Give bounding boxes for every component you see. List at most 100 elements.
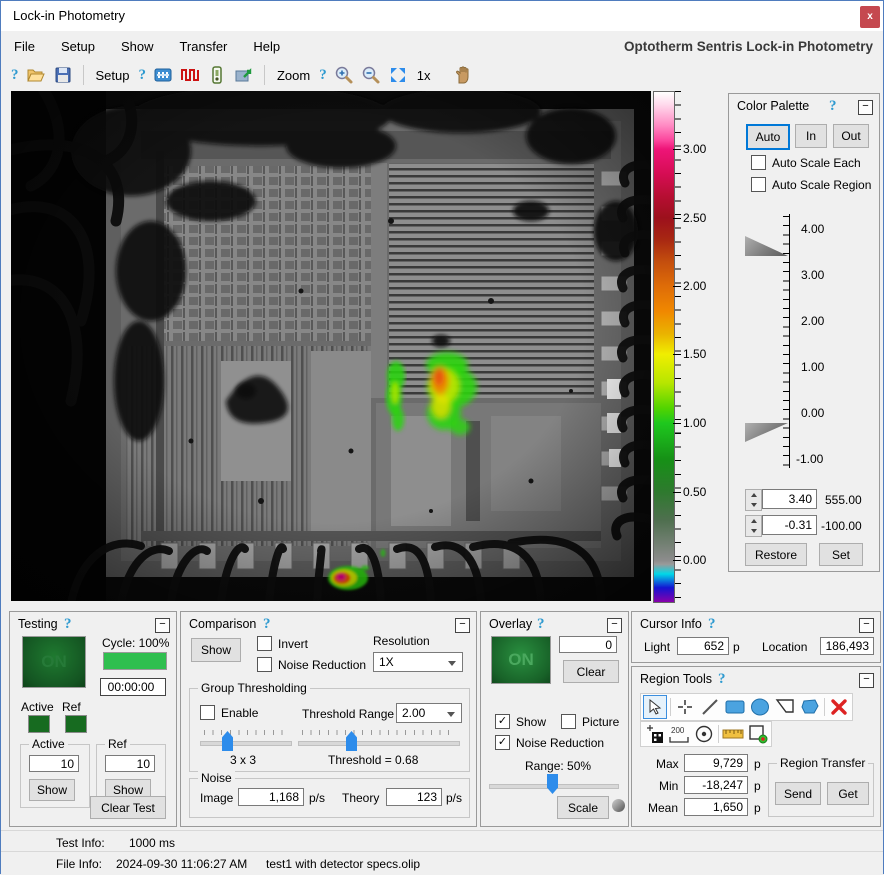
testing-on-button[interactable]: ON [22, 636, 86, 688]
group-thresholding-group: Group Thresholding Enable Threshold Rang… [189, 688, 470, 772]
palette-auto-button[interactable]: Auto [746, 124, 790, 150]
sphere-icon[interactable] [612, 799, 625, 812]
overlay-panel: Overlay ? − ON 0 Clear ✓ Show Picture ✓ … [480, 611, 629, 827]
clear-test-button[interactable]: Clear Test [90, 796, 166, 819]
matrix-slider-track[interactable] [200, 741, 292, 746]
palette-restore-button[interactable]: Restore [745, 543, 807, 566]
threshold-range-dropdown[interactable]: 2.00 [396, 703, 462, 723]
anchor-region-tool-icon[interactable] [747, 723, 769, 745]
checkbox-label: Enable [221, 706, 258, 720]
upper-value-field[interactable]: 3.40 [762, 489, 817, 509]
help-icon[interactable]: ? [11, 67, 19, 84]
lower-value-field[interactable]: -0.31 [762, 515, 817, 535]
ruler-tool-icon[interactable] [722, 723, 744, 745]
palette-lower-limit-slider[interactable] [745, 423, 788, 442]
enable-checkbox[interactable]: Enable [200, 705, 258, 720]
detector-settings-icon[interactable] [153, 65, 173, 85]
testing-minimize[interactable]: − [155, 618, 170, 633]
zoom-in-icon[interactable] [334, 65, 354, 85]
region-tools-minimize[interactable]: − [859, 673, 874, 688]
overlay-noise-reduction-checkbox[interactable]: ✓ Noise Reduction [495, 735, 604, 750]
comparison-help-icon[interactable]: ? [263, 616, 271, 633]
crosshair-tool-icon[interactable] [674, 696, 696, 718]
cursor-info-help-icon[interactable]: ? [708, 616, 716, 633]
region-tools-help-icon[interactable]: ? [718, 671, 726, 688]
menu-show[interactable]: Show [108, 31, 167, 61]
color-palette-help-icon[interactable]: ? [829, 98, 837, 115]
cursor-info-panel: Cursor Info ? − Light 652 p Location 186… [631, 611, 881, 663]
checkbox-label: Auto Scale Each [772, 156, 861, 170]
region-send-button[interactable]: Send [775, 782, 821, 805]
color-scale-label: 0.50 [683, 485, 719, 499]
svg-text:200: 200 [671, 726, 685, 735]
cursor-info-minimize[interactable]: − [859, 618, 874, 633]
center-point-tool-icon[interactable] [693, 723, 715, 745]
test-info-value: 1000 ms [129, 836, 175, 850]
overlay-help-icon[interactable]: ? [537, 616, 545, 633]
save-icon[interactable] [53, 65, 73, 85]
auto-scale-each-checkbox[interactable]: Auto Scale Each [751, 155, 861, 170]
polygon-filled-tool-icon[interactable] [799, 696, 821, 718]
palette-upper-limit-slider[interactable] [745, 236, 788, 256]
menu-help[interactable]: Help [240, 31, 293, 61]
noise-theory-unit: p/s [446, 791, 462, 805]
comparison-show-button[interactable]: Show [191, 638, 241, 662]
menu-transfer[interactable]: Transfer [166, 31, 240, 61]
close-button[interactable]: x [860, 6, 880, 28]
zoom-help-icon[interactable]: ? [319, 67, 327, 84]
range-slider-thumb[interactable] [547, 774, 558, 794]
pan-hand-icon[interactable] [453, 65, 473, 85]
threshold-slider-track[interactable] [298, 741, 460, 746]
menu-bar: File Setup Show Transfer Help Optotherm … [1, 31, 883, 61]
palette-scale-label: 0.00 [801, 406, 824, 420]
open-file-icon[interactable] [26, 65, 46, 85]
mean-unit: p [754, 801, 761, 815]
setup-help-icon[interactable]: ? [138, 67, 146, 84]
palette-scale-label: 1.00 [801, 360, 824, 374]
ellipse-tool-icon[interactable] [749, 696, 771, 718]
overlay-minimize[interactable]: − [607, 618, 622, 633]
noise-group: Noise Image 1,168 p/s Theory 123 p/s [189, 778, 470, 818]
overlay-on-button[interactable]: ON [491, 636, 551, 684]
checkbox-label: Auto Scale Region [772, 178, 871, 192]
menu-file[interactable]: File [1, 31, 48, 61]
active-show-button[interactable]: Show [29, 779, 75, 801]
pixel-region-tool-icon[interactable] [643, 723, 665, 745]
line-tool-icon[interactable] [699, 696, 721, 718]
overlay-scale-button[interactable]: Scale [557, 796, 609, 819]
menu-setup[interactable]: Setup [48, 31, 108, 61]
pointer-tool-icon[interactable] [643, 695, 667, 719]
resolution-dropdown[interactable]: 1X [373, 652, 463, 672]
waveform-icon[interactable] [180, 65, 200, 85]
overlay-show-checkbox[interactable]: ✓ Show [495, 714, 546, 729]
checkbox-box [751, 177, 766, 192]
battery-icon[interactable] [207, 65, 227, 85]
rectangle-tool-icon[interactable] [724, 696, 746, 718]
polygon-outline-tool-icon[interactable] [774, 696, 796, 718]
color-palette-minimize[interactable]: − [858, 100, 873, 115]
palette-set-button[interactable]: Set [819, 543, 863, 566]
measure-200-tool-icon[interactable]: 200 [668, 723, 690, 745]
active-count-field[interactable]: 10 [29, 755, 79, 772]
invert-checkbox[interactable]: Invert [257, 636, 308, 651]
auto-scale-region-checkbox[interactable]: Auto Scale Region [751, 177, 871, 192]
palette-in-button[interactable]: In [795, 124, 827, 148]
delete-region-icon[interactable] [828, 696, 850, 718]
zoom-level-label: 1x [417, 68, 431, 83]
transfer-image-icon[interactable] [234, 65, 254, 85]
region-get-button[interactable]: Get [827, 782, 869, 805]
color-scale-label: 2.50 [683, 211, 719, 225]
ref-group-title: Ref [105, 737, 130, 751]
comparison-noise-reduction-checkbox[interactable]: Noise Reduction [257, 657, 366, 672]
testing-help-icon[interactable]: ? [64, 616, 72, 633]
overlay-picture-checkbox[interactable]: Picture [561, 714, 619, 729]
fit-to-window-icon[interactable] [388, 65, 408, 85]
thermal-image-view[interactable] [11, 91, 651, 601]
zoom-out-icon[interactable] [361, 65, 381, 85]
comparison-minimize[interactable]: − [455, 618, 470, 633]
overlay-clear-button[interactable]: Clear [563, 660, 619, 683]
ref-count-field[interactable]: 10 [105, 755, 155, 772]
lower-value-spinner[interactable] [745, 515, 762, 537]
palette-out-button[interactable]: Out [833, 124, 869, 148]
upper-value-spinner[interactable] [745, 489, 762, 511]
